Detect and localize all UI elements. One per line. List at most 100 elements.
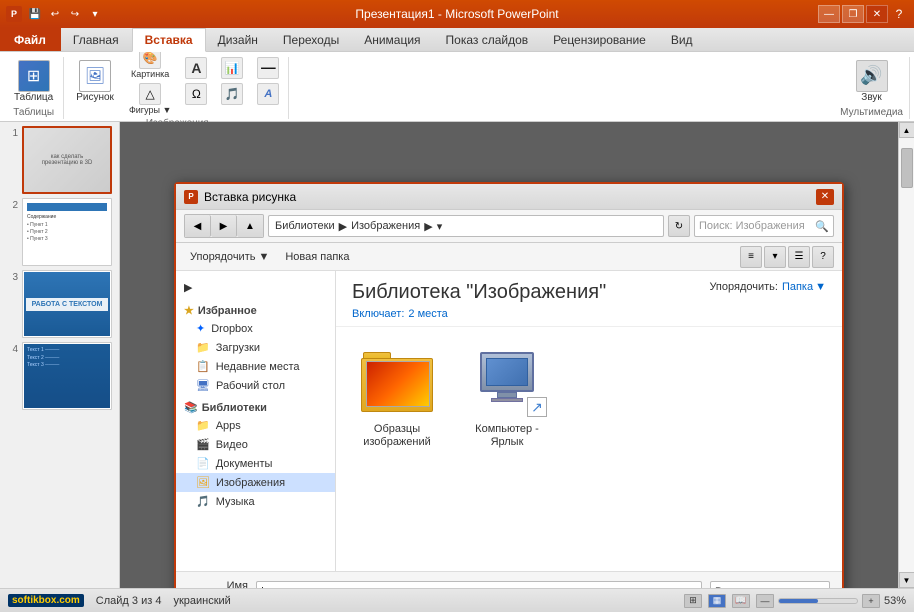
wordart-button[interactable]: A <box>254 82 282 106</box>
filename-cursor: | <box>261 586 264 588</box>
tab-file[interactable]: Файл <box>0 28 61 51</box>
scroll-down-button[interactable]: ▼ <box>899 572 914 588</box>
sidebar-item-apps[interactable]: 📁 Apps <box>176 416 335 435</box>
minimize-button[interactable]: — <box>818 5 840 23</box>
scroll-up-button[interactable]: ▲ <box>899 122 914 138</box>
media-group-label: Мультимедиа <box>840 107 903 118</box>
view-reading-icon[interactable]: 📖 <box>732 594 750 608</box>
breadcrumb-part-1: Библиотеки <box>275 220 335 232</box>
clipart-label: Картинка <box>131 69 169 79</box>
shapes-button[interactable]: △ Фигуры ▼ <box>126 82 174 116</box>
dialog-ppt-icon: P <box>184 190 198 204</box>
ribbon-group-sound: 🔊 Звук Мультимедиа <box>834 57 910 119</box>
filename-input[interactable]: | <box>256 581 702 588</box>
status-left: softikbox.com Слайд 3 из 4 украинский <box>8 594 231 607</box>
file-item-sample-images[interactable]: Образцыизображений <box>352 343 442 555</box>
header-button[interactable]: ━━━ <box>254 56 282 80</box>
chart-button[interactable]: 📊 <box>218 56 246 80</box>
library-title: Библиотека "Изображения" <box>352 281 606 304</box>
slide-preview-2[interactable]: Содержание • Пункт 1• Пункт 2• Пункт 3 <box>22 198 112 266</box>
organize-button[interactable]: Упорядочить ▼ <box>184 249 275 265</box>
breadcrumb-bar[interactable]: Библиотеки ▶ Изображения ▶ ▾ <box>268 215 664 237</box>
file-item-computer-shortcut[interactable]: ↗ Компьютер -Ярлык <box>462 343 552 555</box>
vertical-scrollbar[interactable]: ▲ ▼ <box>898 122 914 588</box>
scrollbar-thumb[interactable] <box>901 148 913 188</box>
zoom-slider[interactable] <box>778 598 858 604</box>
sidebar-item-music[interactable]: 🎵 Музыка <box>176 492 335 511</box>
table-button[interactable]: ⊞ Таблица <box>10 58 57 105</box>
new-folder-button[interactable]: Новая папка <box>279 249 355 265</box>
help-dialog-button[interactable]: ? <box>812 246 834 268</box>
sidebar-item-video[interactable]: 🎬 Видео <box>176 435 335 454</box>
tab-insert[interactable]: Вставка <box>132 28 206 52</box>
computer-icon-container: ↗ <box>467 347 547 417</box>
sidebar-item-dropbox[interactable]: ✦ Dropbox <box>176 319 335 338</box>
quick-access-toolbar: 💾 ↩ ↪ ▾ <box>26 5 104 23</box>
restore-button[interactable]: ❐ <box>842 5 864 23</box>
computer-shortcut-label: Компьютер -Ярлык <box>475 423 539 449</box>
header-icon: ━━━ <box>257 57 279 79</box>
view-slide-icon[interactable]: ▦ <box>708 594 726 608</box>
search-box[interactable]: Поиск: Изображения 🔍 <box>694 215 834 237</box>
language-indicator: украинский <box>173 595 230 607</box>
symbol-button[interactable]: Ω <box>182 82 210 106</box>
search-icon: 🔍 <box>815 220 829 233</box>
slide-thumb-4[interactable]: 4 Текст 1 ────Текст 2 ────Текст 3 ──── <box>4 342 115 410</box>
refresh-button[interactable]: ↻ <box>668 215 690 237</box>
shapes-icon: △ <box>139 83 161 105</box>
dialog-main: ▶ ★ Избранное ✦ Dropbox <box>176 271 842 571</box>
scrollbar-track[interactable] <box>899 138 914 572</box>
sidebar-item-downloads[interactable]: 📁 Загрузки <box>176 338 335 357</box>
dialog-close-button[interactable]: ✕ <box>816 189 834 205</box>
arrange-button[interactable]: Папка ▼ <box>782 281 826 293</box>
tab-review[interactable]: Рецензирование <box>541 28 659 51</box>
dialog-title-content: P Вставка рисунка <box>184 190 296 204</box>
redo-button[interactable]: ↪ <box>66 5 84 23</box>
slide-thumb-3[interactable]: 3 РАБОТА С ТЕКСТОМ <box>4 270 115 338</box>
media-button[interactable]: 🎵 <box>218 82 246 106</box>
help-button[interactable]: ? <box>890 5 908 23</box>
zoom-out-button[interactable]: — <box>756 594 774 608</box>
customize-qa-button[interactable]: ▾ <box>86 5 104 23</box>
view-normal-icon[interactable]: ⊞ <box>684 594 702 608</box>
forward-button[interactable]: ▶ <box>211 215 237 237</box>
slide-thumb-2[interactable]: 2 Содержание • Пункт 1• Пункт 2• Пункт 3 <box>4 198 115 266</box>
slide-preview-1[interactable]: как сделатьпрезентацию в 3D <box>22 126 112 194</box>
filetype-select[interactable]: Все рисунки ▾ <box>710 581 830 588</box>
picture-button[interactable]: 🖼 Рисунок <box>72 58 118 105</box>
sidebar-item-images[interactable]: 🖼 Изображения <box>176 473 335 492</box>
tab-transitions[interactable]: Переходы <box>271 28 352 51</box>
sidebar-item-recent[interactable]: 📋 Недавние места <box>176 357 335 376</box>
zoom-in-button[interactable]: + <box>862 594 880 608</box>
editing-area: P Вставка рисунка ✕ ◀ ▶ ▲ Библио <box>120 122 898 588</box>
view-details-button[interactable]: ☰ <box>788 246 810 268</box>
sidebar-header: ▶ <box>176 277 335 298</box>
insert-image-dialog: P Вставка рисунка ✕ ◀ ▶ ▲ Библио <box>174 182 844 588</box>
close-button[interactable]: ✕ <box>866 5 888 23</box>
save-button[interactable]: 💾 <box>26 5 44 23</box>
slide-number-3: 3 <box>4 270 18 283</box>
slide-preview-3[interactable]: РАБОТА С ТЕКСТОМ <box>22 270 112 338</box>
slide-thumb-1[interactable]: 1 как сделатьпрезентацию в 3D <box>4 126 115 194</box>
slide-preview-4[interactable]: Текст 1 ────Текст 2 ────Текст 3 ──── <box>22 342 112 410</box>
tab-slideshow[interactable]: Показ слайдов <box>434 28 542 51</box>
text-button[interactable]: A <box>182 56 210 80</box>
view-list-button[interactable]: ≡ <box>740 246 762 268</box>
sidebar-item-documents[interactable]: 📄 Документы <box>176 454 335 473</box>
sidebar-item-desktop[interactable]: 🖥 Рабочий стол <box>176 376 335 395</box>
sound-button[interactable]: 🔊 Звук <box>852 58 892 105</box>
back-button[interactable]: ◀ <box>185 215 211 237</box>
desktop-label: Рабочий стол <box>216 380 285 392</box>
video-label: Видео <box>216 439 248 451</box>
filename-label: Имя файла: <box>188 580 248 588</box>
view-dropdown-button[interactable]: ▾ <box>764 246 786 268</box>
undo-button[interactable]: ↩ <box>46 5 64 23</box>
up-button[interactable]: ▲ <box>237 215 263 237</box>
images-folder-icon: 🖼 <box>196 476 210 489</box>
dropbox-label: Dropbox <box>211 323 253 335</box>
apps-folder-icon: 📁 <box>196 419 210 432</box>
tab-view[interactable]: Вид <box>659 28 706 51</box>
tab-animations[interactable]: Анимация <box>352 28 433 51</box>
slide-panel[interactable]: 1 как сделатьпрезентацию в 3D 2 Содержан… <box>0 122 120 588</box>
ribbon-group-images: 🖼 Рисунок 🎨 Картинка △ Фигуры ▼ A <box>66 57 289 119</box>
